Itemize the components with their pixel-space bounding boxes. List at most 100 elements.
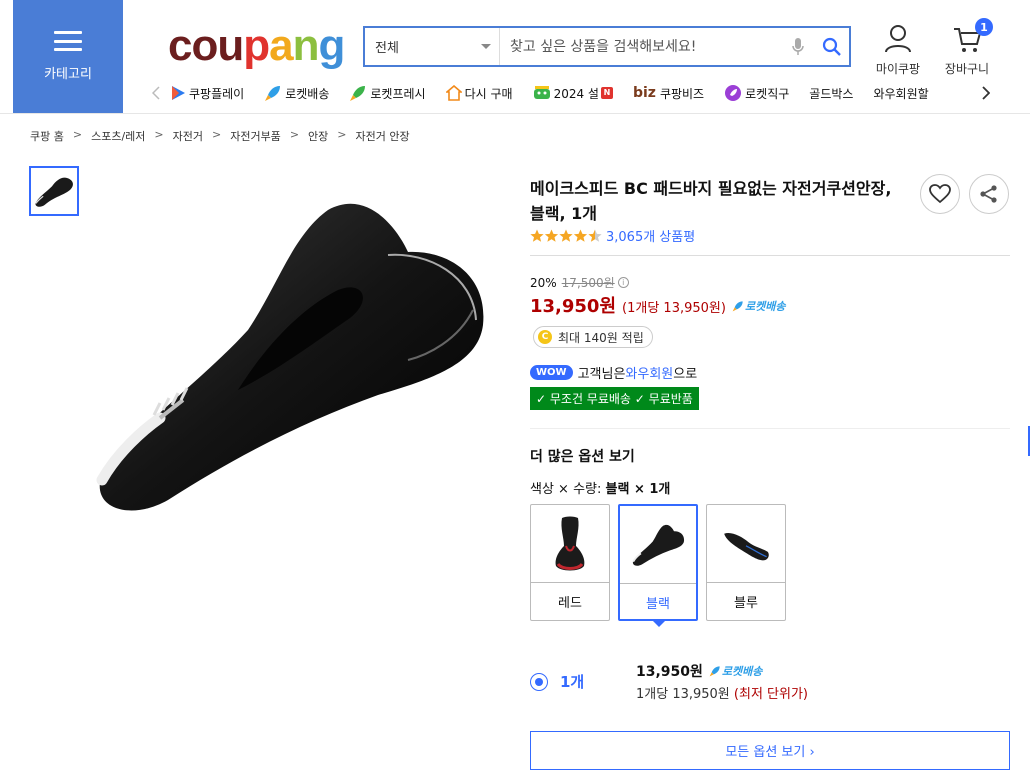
option-image	[620, 506, 696, 584]
new-badge: N	[600, 87, 613, 99]
breadcrumb-item[interactable]: 쿠팡 홈	[30, 128, 64, 144]
product-main-image[interactable]	[88, 190, 488, 520]
breadcrumb-item[interactable]: 안장	[308, 128, 328, 144]
search-scope-select[interactable]: 전체	[365, 28, 500, 65]
play-icon	[170, 85, 186, 101]
breadcrumb-item[interactable]: 자전거부품	[230, 128, 281, 144]
microphone-icon[interactable]	[781, 28, 815, 65]
divider	[530, 255, 1010, 256]
rebuy-icon	[445, 85, 462, 101]
quantity-radio[interactable]	[530, 673, 548, 691]
wow-member-link[interactable]: 와우회원	[625, 363, 673, 382]
coin-icon: C	[538, 330, 552, 344]
color-option-black[interactable]: 블랙	[618, 504, 698, 627]
saddle-thumbnail-image	[35, 177, 73, 207]
original-price: 17,500원	[561, 276, 615, 290]
subnav-item-wow[interactable]: 와우회원할	[873, 85, 928, 102]
option-image	[707, 505, 785, 583]
subnav-item-coupangplay[interactable]: 쿠팡플레이	[170, 85, 244, 102]
product-rating[interactable]: 3,065개 상품평	[530, 226, 695, 245]
subnav-item-rocketfresh[interactable]: 로켓프레시	[349, 84, 426, 102]
mycoupang-button[interactable]: 마이쿠팡	[868, 24, 928, 77]
subnav-label: 와우회원할	[873, 86, 929, 101]
rocket-delivery-badge: 로켓배송	[708, 663, 762, 679]
product-thumbnail[interactable]	[29, 166, 79, 216]
color-option-blue[interactable]: 블루	[706, 504, 786, 621]
divider	[530, 428, 1010, 429]
chevron-left-icon[interactable]	[148, 86, 164, 100]
search-bar: 전체	[363, 26, 851, 67]
site-header: 카테고리 coupang 전체 마이쿠팡 1 장바구니 쿠팡플레	[0, 0, 1030, 114]
menu-icon	[54, 31, 82, 51]
quantity-label[interactable]: 1개	[560, 671, 584, 692]
rocket-icon	[709, 666, 720, 677]
breadcrumb-item[interactable]: 자전거	[173, 128, 203, 144]
product-title: 메이크스피드 BC 패드바지 필요없는 자전거쿠션안장, 블랙, 1개	[530, 179, 892, 223]
option-image	[531, 505, 609, 583]
breadcrumb: 쿠팡 홈 > 스포츠/레저 > 자전거 > 자전거부품 > 안장 > 자전거 안장	[30, 128, 410, 144]
global-rocket-icon	[724, 84, 742, 102]
chevron-down-icon	[481, 44, 491, 49]
subnav-item-seollal[interactable]: 2024 설 N	[533, 85, 613, 102]
subnav-item-goldbox[interactable]: 골드박스	[809, 85, 853, 102]
coupang-logo[interactable]: coupang	[168, 18, 345, 74]
quantity-unit-price: 1개당 13,950원 (최저 단위가)	[636, 687, 808, 702]
subnav-label: 로켓직구	[745, 86, 790, 101]
color-option-red[interactable]: 레드	[530, 504, 610, 621]
rocket-icon	[264, 84, 282, 102]
user-icon	[885, 25, 911, 53]
free-shipping-badge: ✓ 무조건 무료배송 ✓ 무료반품	[530, 387, 699, 410]
rocket-fresh-icon	[349, 84, 367, 102]
search-scope-value: 전체	[375, 41, 399, 56]
wishlist-button[interactable]	[920, 174, 960, 214]
sale-price: 13,950원	[530, 296, 617, 317]
rocket-delivery-badge: 로켓배송	[731, 298, 785, 314]
rating-stars-icon	[530, 229, 602, 243]
view-all-options-button[interactable]: 모든 옵션 보기 ›	[530, 731, 1010, 770]
category-button[interactable]: 카테고리	[13, 0, 123, 113]
sale-price-row: 13,950원 (1개당 13,950원) 로켓배송	[530, 292, 785, 318]
subnav-label: 로켓배송	[285, 86, 330, 101]
search-input[interactable]	[500, 28, 781, 65]
cart-label: 장바구니	[944, 62, 990, 76]
option-label: 블루	[734, 596, 758, 611]
discount-info: 20% 17,500원 i	[530, 274, 629, 291]
options-subtitle: 색상 × 수량: 블랙 × 1개	[530, 482, 671, 497]
chevron-right-icon[interactable]	[978, 86, 994, 100]
breadcrumb-item[interactable]: 자전거 안장	[356, 128, 410, 144]
subnav-item-biz[interactable]: biz 쿠팡비즈	[633, 85, 704, 102]
mycoupang-label: 마이쿠팡	[875, 62, 921, 76]
rocket-icon	[732, 301, 743, 312]
reward-text: 최대 140원 적립	[558, 330, 644, 345]
reward-badge: C 최대 140원 적립	[533, 326, 653, 348]
subnav-label: 쿠팡플레이	[189, 86, 245, 101]
discount-rate: 20%	[530, 275, 557, 290]
share-icon	[980, 185, 997, 203]
subnav-label: 쿠팡비즈	[659, 86, 705, 101]
option-label: 레드	[558, 596, 582, 611]
subnav-label: 골드박스	[809, 86, 854, 101]
info-icon[interactable]: i	[617, 277, 629, 288]
dragon-icon	[533, 85, 551, 101]
wow-member-line: WOW 고객님은 와우회원 으로	[530, 363, 697, 382]
cart-button[interactable]: 1 장바구니	[937, 18, 997, 77]
category-label: 카테고리	[44, 67, 92, 82]
subnav-item-rocketglobal[interactable]: 로켓직구	[724, 84, 789, 102]
options-title: 더 많은 옵션 보기	[530, 449, 635, 465]
share-button[interactable]	[969, 174, 1009, 214]
wow-badge: WOW	[530, 365, 573, 380]
saddle-image	[96, 203, 484, 511]
subnav-label: 2024 설	[553, 86, 599, 101]
search-icon[interactable]	[815, 28, 849, 65]
subnav-item-rocket[interactable]: 로켓배송	[264, 84, 329, 102]
breadcrumb-item[interactable]: 스포츠/레저	[91, 128, 145, 144]
sub-navigation: 쿠팡플레이 로켓배송 로켓프레시 다시 구매 2024 설 N biz 쿠팡비즈…	[148, 80, 994, 106]
review-count-link[interactable]: 3,065개 상품평	[606, 226, 695, 245]
cart-count-badge: 1	[975, 18, 993, 36]
biz-icon: biz	[632, 85, 656, 101]
subnav-item-rebuy[interactable]: 다시 구매	[445, 85, 513, 102]
scrollbar[interactable]	[1026, 114, 1030, 783]
unit-price: (1개당 13,950원)	[622, 301, 726, 316]
quantity-price: 13,950원 로켓배송	[636, 663, 763, 680]
heart-icon	[929, 184, 951, 204]
